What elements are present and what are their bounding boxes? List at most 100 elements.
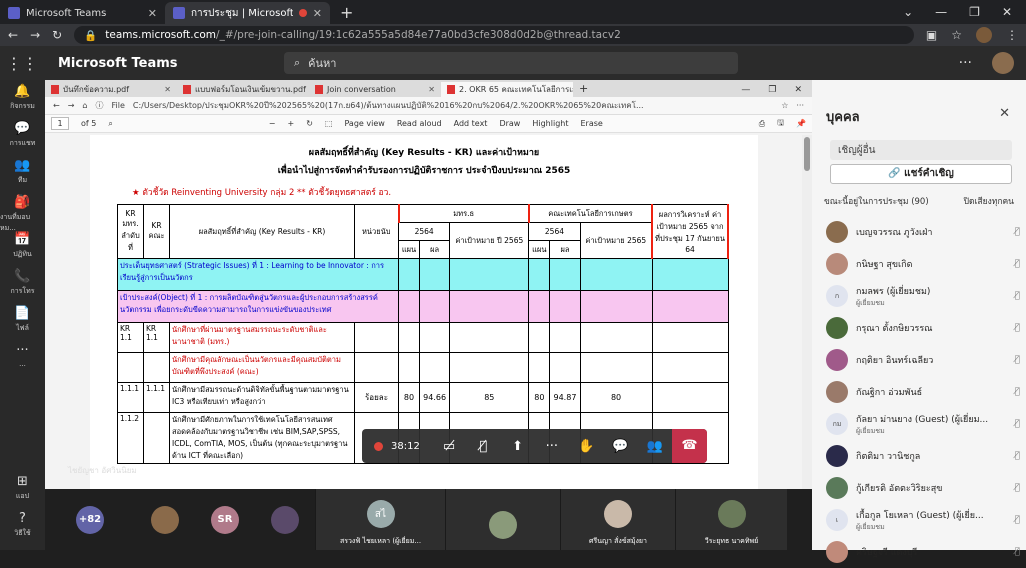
raise-hand-button[interactable]: ✋ [569, 439, 603, 454]
rail-item[interactable]: 👥 ทีม [0, 154, 45, 191]
draw-button[interactable]: Draw [499, 119, 520, 128]
participant-row[interactable]: กนิษฐา สุขเกิด 🎙̸ [826, 248, 1020, 280]
edge-tab[interactable]: 2. OKR 65 คณะเทคโนโลยีการเกษตร✕ [441, 82, 573, 97]
rail-item[interactable]: ⊞ แอป [0, 470, 45, 507]
url-field[interactable]: 🔒 teams.microsoft.com/_#/pre-join-calling… [74, 26, 914, 44]
apps-icon: ⊞ [17, 474, 28, 489]
zoom-out-icon[interactable]: − [269, 119, 276, 128]
participants-button[interactable]: 👥 [638, 439, 672, 454]
page-view-button[interactable]: Page view [344, 119, 384, 128]
profile-avatar[interactable] [976, 27, 992, 43]
star-icon[interactable]: ☆ [951, 28, 962, 42]
edge-tab[interactable]: บันทึกข้อความ.pdf ✕ [45, 82, 177, 97]
participant-row[interactable]: เบญจวรรณ ภูวังเฝ่า 🎙̸ [826, 216, 1020, 248]
edge-tab[interactable]: Join conversation ✕ [309, 82, 441, 97]
more-participants-tile[interactable]: +82 [45, 489, 135, 550]
favorites-icon[interactable]: ☆ [781, 101, 788, 110]
participant-tile[interactable] [255, 489, 315, 550]
mic-muted-icon: 🎙̸ [1014, 259, 1020, 269]
rotate-icon[interactable]: ↻ [306, 119, 313, 128]
browser-tab-meeting[interactable]: การประชุม | Microsoft Teams✕ [165, 2, 330, 24]
fit-icon[interactable]: ⬚ [325, 119, 333, 128]
read-aloud-button[interactable]: Read aloud [397, 119, 442, 128]
search-input[interactable]: ⌕ ค้นหา [284, 52, 738, 74]
participant-row[interactable]: กัณฐิกา อ่วมพันธ์ 🎙̸ [826, 376, 1020, 408]
rail-item[interactable]: 🔔 กิจกรรม [0, 80, 45, 117]
participant-tile[interactable]: ศรีนญา สั่งข์สมุ้งยา [560, 489, 675, 550]
minimize-button[interactable]: — [741, 85, 750, 95]
participant-row[interactable]: เเกื้อกูล โยเหลา (Guest) (ผู้เยี่ย... ผู้… [826, 504, 1020, 536]
reload-icon[interactable]: ↻ [52, 28, 62, 42]
camera-blocked-icon[interactable]: ▣ [926, 28, 937, 42]
mute-all-button[interactable]: ปิดเสียงทุกคน [964, 194, 1014, 208]
participant-row[interactable]: กม กัลยา ม่านยาง (Guest) (ผู้เยี่ยม... ผู้… [826, 408, 1020, 440]
share-invite-button[interactable]: 🔗 แชร์คำเชิญ [830, 164, 1012, 184]
rail-item[interactable]: 💬 การแชท [0, 117, 45, 154]
participant-tile[interactable]: SR [195, 489, 255, 550]
browser-tab-teams[interactable]: Microsoft Teams ✕ [0, 2, 165, 24]
menu-icon[interactable]: ⋮ [1006, 28, 1018, 42]
minimize-button[interactable]: — [935, 5, 947, 19]
avatar [826, 477, 848, 499]
tab-search-icon[interactable]: ⌄ [903, 5, 913, 19]
back-icon[interactable]: ← [8, 28, 18, 42]
maximize-button[interactable]: ❐ [768, 85, 776, 95]
call-controls: 38:12 ▭̸ 🎙̸ ⬆ ··· ✋ 💬 👥 ☎ [362, 429, 708, 463]
rail-item[interactable]: 📞 การโทร [0, 265, 45, 302]
home-icon[interactable]: ⌂ [82, 101, 87, 110]
close-window-button[interactable]: ✕ [1002, 5, 1012, 19]
zoom-in-icon[interactable]: + [288, 119, 295, 128]
scrollbar[interactable] [802, 135, 812, 505]
more-icon[interactable]: ··· [796, 101, 804, 110]
camera-off-button[interactable]: ▭̸ [432, 439, 466, 454]
mic-muted-icon: 🎙̸ [1014, 451, 1020, 461]
participant-row[interactable]: กรุณา ตั้งกษิยวรรณ 🎙̸ [826, 312, 1020, 344]
mic-off-button[interactable]: 🎙̸ [466, 439, 500, 454]
rail-item[interactable]: ? วิธีใช้ [0, 507, 45, 544]
new-tab-button[interactable]: + [573, 82, 594, 97]
print-icon[interactable]: ⎙ [759, 119, 765, 129]
new-tab-button[interactable]: + [330, 3, 363, 22]
close-tab-icon[interactable]: ✕ [164, 85, 171, 94]
participant-row[interactable]: คริษฐจรี แดงบุรี 🎙̸ [826, 536, 1020, 568]
edge-tab[interactable]: แบบฟอร์มโอนเงินเข้มขวาน.pdf✕ [177, 82, 309, 97]
participant-row[interactable]: กกมลพร (ผู้เยี่ยมชม) ผู้เยี่ยมชม 🎙̸ [826, 280, 1020, 312]
pdf-search-icon[interactable]: ⌕ [108, 119, 112, 129]
close-tab-icon[interactable]: ✕ [148, 7, 157, 20]
participant-row[interactable]: กิตติมา วานิชกูล 🎙̸ [826, 440, 1020, 472]
forward-icon[interactable]: → [68, 101, 75, 110]
leave-call-button[interactable]: ☎ [671, 429, 708, 463]
close-window-button[interactable]: ✕ [794, 85, 802, 95]
rail-item[interactable]: ···... [0, 339, 45, 376]
section-toggle[interactable]: ขณะนี้อยู่ในการประชุม (90) [824, 194, 929, 208]
erase-button[interactable]: Erase [580, 119, 602, 128]
invite-input[interactable]: เชิญผู้อื่น [830, 140, 1012, 160]
rail-item[interactable]: 🎒 งานที่มอบหม... [0, 191, 45, 232]
edge-url[interactable]: C:/Users/Desktop/ประชุมOKR%20ปี%202565%2… [133, 99, 773, 112]
participant-row[interactable]: กฤติยา อินทร์เฉลียว 🎙̸ [826, 344, 1020, 376]
forward-icon[interactable]: → [30, 28, 40, 42]
close-icon[interactable]: ✕ [999, 106, 1010, 121]
chat-button[interactable]: 💬 [603, 439, 637, 454]
participant-tile[interactable]: สไ สรวงฟ้ ไชยเหลา (ผู้เยี่ยม... [315, 489, 445, 550]
participant-tile[interactable] [135, 489, 195, 550]
maximize-button[interactable]: ❐ [969, 5, 980, 19]
participant-tile[interactable] [445, 489, 560, 550]
back-icon[interactable]: ← [53, 101, 60, 110]
app-launcher-icon[interactable]: ⋮⋮ [0, 54, 44, 73]
close-tab-icon[interactable]: ✕ [313, 7, 322, 20]
highlight-button[interactable]: Highlight [532, 119, 568, 128]
mic-muted-icon: 🎙̸ [1014, 387, 1020, 397]
participant-row[interactable]: กู้เกียรติ อัตตะวิริยะสุข 🎙̸ [826, 472, 1020, 504]
close-tab-icon[interactable]: ✕ [428, 85, 435, 94]
page-number-input[interactable]: 1 [51, 117, 69, 130]
add-text-button[interactable]: Add text [454, 119, 488, 128]
rail-item[interactable]: 📄 ไฟล์ [0, 302, 45, 339]
save-icon[interactable]: 🖫 [777, 117, 784, 131]
pin-icon[interactable]: 📌 [796, 119, 806, 128]
user-avatar[interactable] [992, 52, 1014, 74]
participant-tile[interactable]: วีระยุทธ นาคทิพย์ [675, 489, 787, 550]
share-screen-button[interactable]: ⬆ [500, 439, 534, 454]
more-actions-button[interactable]: ··· [535, 439, 569, 454]
more-options-icon[interactable]: ··· [959, 55, 972, 71]
